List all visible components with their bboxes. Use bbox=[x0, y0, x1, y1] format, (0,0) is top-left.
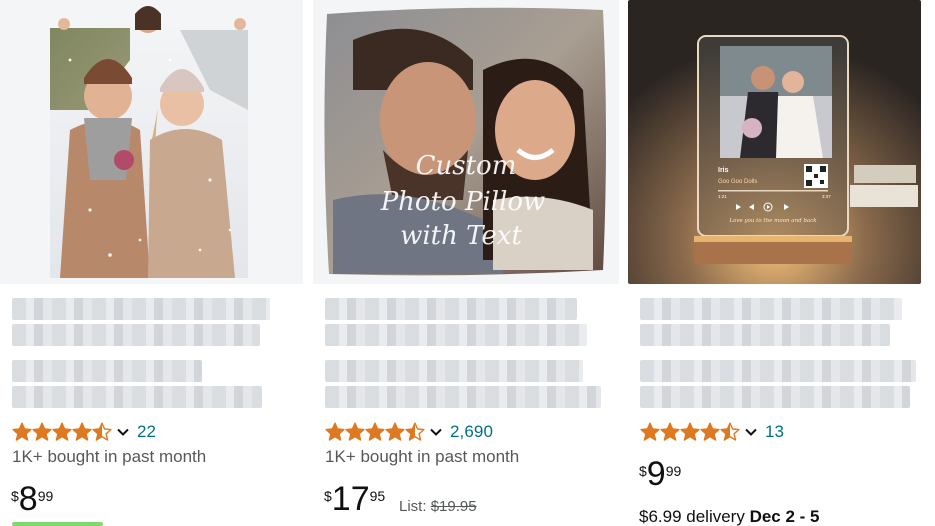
product-title-blurred[interactable] bbox=[12, 298, 275, 410]
rating-count-link[interactable]: 2,690 bbox=[450, 422, 493, 442]
list-price-label: List: bbox=[399, 498, 427, 515]
product-title-blurred[interactable] bbox=[325, 298, 601, 410]
star-icon bbox=[640, 422, 660, 441]
star-icon bbox=[405, 422, 425, 441]
plaque-time-end: 3:37 bbox=[822, 194, 831, 199]
price-currency: $ bbox=[639, 463, 647, 479]
pillow-text-line-3: with Text bbox=[400, 221, 522, 251]
star-icon bbox=[325, 422, 345, 441]
star-icon bbox=[345, 422, 365, 441]
star-icon bbox=[32, 422, 52, 441]
plaque-song-title: Iris bbox=[718, 167, 729, 174]
list-price-value: $19.95 bbox=[430, 498, 477, 515]
rating-row[interactable]: 13 bbox=[640, 420, 784, 444]
pillow-text-line-2: Photo Pillow bbox=[380, 187, 546, 217]
rating-count-link[interactable]: 13 bbox=[765, 422, 784, 442]
blanket-photo bbox=[0, 0, 303, 284]
star-rating[interactable] bbox=[640, 422, 740, 442]
price-currency: $ bbox=[324, 488, 332, 504]
product-image-blanket[interactable] bbox=[0, 0, 303, 284]
product-card-2[interactable]: Custom Photo Pillow with Text 2,690 1K+ … bbox=[313, 0, 619, 526]
product-title-blurred[interactable] bbox=[640, 298, 916, 410]
price[interactable]: $ 9 99 bbox=[639, 456, 681, 492]
star-icon bbox=[385, 422, 405, 441]
price-currency: $ bbox=[11, 488, 19, 504]
star-icon bbox=[92, 422, 112, 441]
plaque-time-start: 1:21 bbox=[718, 194, 727, 199]
list-price: List: $19.95 bbox=[399, 498, 477, 515]
product-card-3[interactable]: Iris Goo Goo Dolls 1:21 3:37 Love you to… bbox=[628, 0, 935, 526]
plaque-artist: Goo Goo Dolls bbox=[718, 179, 757, 185]
star-icon bbox=[12, 422, 32, 441]
chevron-down-icon[interactable] bbox=[429, 425, 443, 439]
product-card-1[interactable]: 22 1K+ bought in past month $ 8 99 bbox=[0, 0, 303, 526]
star-icon bbox=[720, 422, 740, 441]
rating-row[interactable]: 22 bbox=[12, 420, 156, 444]
plaque-photo: Iris Goo Goo Dolls 1:21 3:37 Love you to… bbox=[628, 0, 921, 284]
star-rating[interactable] bbox=[325, 422, 425, 442]
delivery-dates: Dec 2 - 5 bbox=[749, 507, 820, 526]
price[interactable]: $ 17 95 bbox=[324, 481, 385, 517]
deal-badge-bar bbox=[12, 522, 103, 526]
pillow-photo: Custom Photo Pillow with Text bbox=[313, 0, 619, 284]
delivery-price: $6.99 delivery bbox=[639, 507, 745, 526]
price-cents: 99 bbox=[665, 463, 682, 479]
star-icon bbox=[700, 422, 720, 441]
delivery-info: $6.99 delivery Dec 2 - 5 bbox=[639, 507, 820, 526]
star-rating[interactable] bbox=[12, 422, 112, 442]
product-image-pillow[interactable]: Custom Photo Pillow with Text bbox=[313, 0, 619, 284]
price-cents: 95 bbox=[369, 488, 386, 504]
price-cents: 99 bbox=[37, 488, 54, 504]
price-whole: 9 bbox=[646, 455, 666, 493]
bought-in-past-month: 1K+ bought in past month bbox=[325, 447, 520, 466]
rating-row[interactable]: 2,690 bbox=[325, 420, 493, 444]
price-whole: 17 bbox=[331, 480, 370, 518]
star-icon bbox=[72, 422, 92, 441]
chevron-down-icon[interactable] bbox=[744, 425, 758, 439]
product-image-plaque[interactable]: Iris Goo Goo Dolls 1:21 3:37 Love you to… bbox=[628, 0, 921, 284]
star-icon bbox=[365, 422, 385, 441]
chevron-down-icon[interactable] bbox=[116, 425, 130, 439]
rating-count-link[interactable]: 22 bbox=[137, 422, 156, 442]
price[interactable]: $ 8 99 bbox=[11, 481, 53, 517]
price-whole: 8 bbox=[18, 480, 38, 518]
pillow-text-line-1: Custom bbox=[416, 151, 517, 181]
plaque-caption: Love you to the moon and back bbox=[728, 218, 817, 224]
star-icon bbox=[52, 422, 72, 441]
bought-in-past-month: 1K+ bought in past month bbox=[12, 447, 207, 466]
star-icon bbox=[680, 422, 700, 441]
star-icon bbox=[660, 422, 680, 441]
